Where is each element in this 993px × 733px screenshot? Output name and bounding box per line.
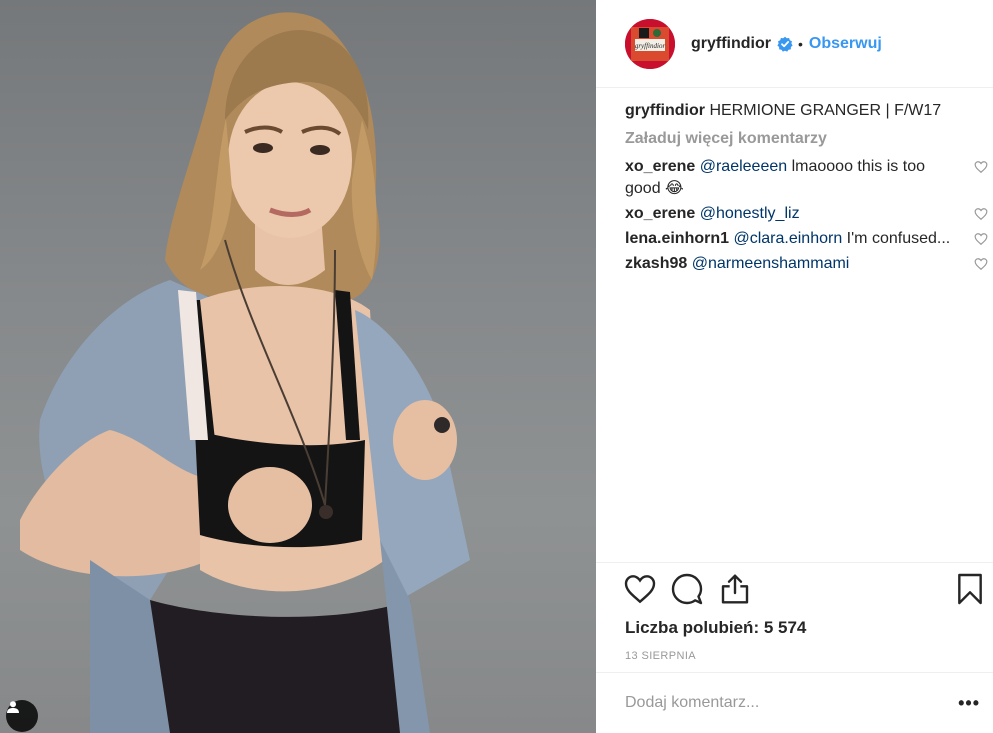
comment-mention[interactable]: @clara.einhorn — [733, 230, 842, 247]
avatar-image: gryffindior — [625, 18, 675, 69]
add-comment-area: ••• — [596, 672, 993, 733]
comment-like-heart-icon[interactable] — [974, 160, 988, 174]
comment-mention[interactable]: @honestly_liz — [700, 205, 800, 222]
more-options-button[interactable]: ••• — [958, 694, 980, 712]
comment-mention[interactable]: @narmeenshammami — [692, 255, 850, 272]
caption: gryffindior HERMIONE GRANGER | F/W17 — [625, 100, 970, 122]
comment-like-heart-icon[interactable] — [974, 232, 988, 246]
post-photo[interactable] — [0, 0, 596, 733]
separator-dot: • — [798, 35, 803, 52]
comment-text: I'm confused... — [842, 230, 951, 247]
comment-item: xo_erene @honestly_liz — [625, 203, 988, 225]
comment-username[interactable]: zkash98 — [625, 255, 687, 272]
header-username[interactable]: gryffindior — [691, 35, 771, 53]
share-icon — [721, 574, 749, 604]
save-button[interactable] — [953, 572, 987, 606]
comment-like-heart-icon[interactable] — [974, 257, 988, 271]
share-button[interactable] — [718, 572, 752, 606]
svg-text:gryffindior: gryffindior — [635, 42, 666, 50]
comment-bubble-icon — [671, 573, 703, 605]
post-side-panel: gryffindior gryffindior • Obserwuj gryff… — [596, 0, 993, 733]
comment-username[interactable]: xo_erene — [625, 158, 695, 175]
caption-username[interactable]: gryffindior — [625, 102, 705, 119]
comment-item: lena.einhorn1 @clara.einhorn I'm confuse… — [625, 228, 988, 250]
post-header: gryffindior gryffindior • Obserwuj — [596, 0, 993, 88]
comment-username[interactable]: lena.einhorn1 — [625, 230, 729, 247]
photo-illustration — [20, 12, 470, 733]
heart-icon — [624, 575, 656, 604]
avatar[interactable]: gryffindior — [625, 18, 675, 69]
comments-section: gryffindior HERMIONE GRANGER | F/W17 Zał… — [625, 100, 988, 278]
comment-input[interactable] — [625, 694, 925, 712]
user-tag-icon — [7, 701, 19, 713]
comment-mention[interactable]: @raeleeeen — [700, 158, 787, 175]
caption-text: HERMIONE GRANGER | F/W17 — [709, 102, 942, 119]
bookmark-icon — [958, 573, 982, 605]
like-button[interactable] — [623, 572, 657, 606]
verified-badge-icon — [777, 36, 793, 52]
divider — [596, 562, 993, 563]
comment-username[interactable]: xo_erene — [625, 205, 695, 222]
follow-button[interactable]: Obserwuj — [809, 35, 882, 53]
user-tag-button[interactable] — [6, 700, 38, 732]
comment-button[interactable] — [670, 572, 704, 606]
load-more-comments-button[interactable]: Załaduj więcej komentarzy — [625, 128, 970, 150]
comment-item: xo_erene @raeleeeen lmaoooo this is too … — [625, 156, 988, 200]
comment-item: zkash98 @narmeenshammami — [625, 253, 988, 275]
post-date[interactable]: 13 SIERPNIA — [625, 650, 696, 662]
post-actions — [623, 572, 987, 612]
comment-like-heart-icon[interactable] — [974, 207, 988, 221]
likes-count[interactable]: Liczba polubień: 5 574 — [625, 618, 806, 638]
